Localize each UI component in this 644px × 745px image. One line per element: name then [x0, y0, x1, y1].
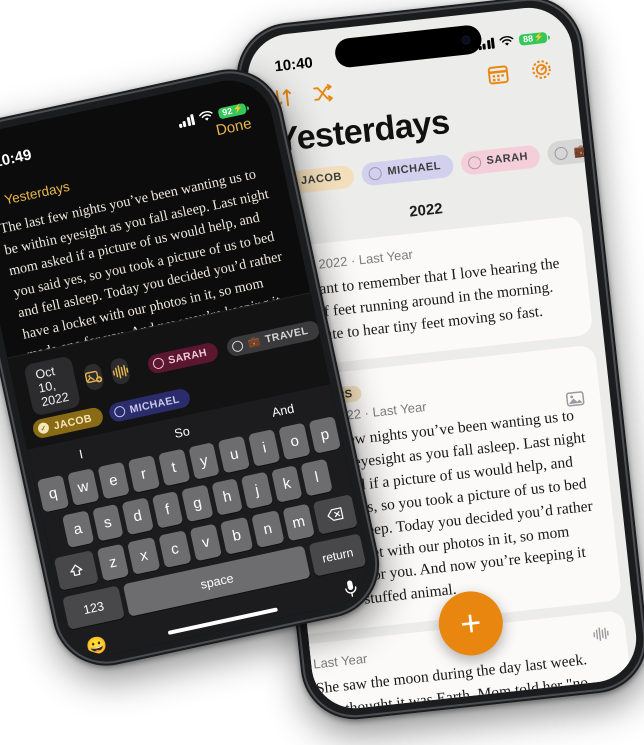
done-button[interactable]: Done [214, 115, 253, 139]
status-time: 10:40 [273, 53, 314, 75]
tag-select-dot [151, 356, 165, 370]
briefcase-icon: 💼 [572, 142, 590, 159]
tag-label: JACOB [300, 170, 343, 188]
shift-arrow-icon[interactable] [53, 550, 99, 591]
key-x[interactable]: x [127, 536, 161, 575]
battery-indicator: 88 ⚡ [518, 31, 548, 46]
cellular-bars-icon [477, 37, 495, 50]
key-m[interactable]: m [282, 503, 316, 542]
tag-label: SARAH [485, 150, 529, 167]
key-o[interactable]: o [278, 422, 311, 461]
key-t[interactable]: t [157, 448, 190, 487]
key-c[interactable]: c [158, 530, 192, 569]
key-f[interactable]: f [151, 490, 184, 529]
key-e[interactable]: e [97, 461, 130, 500]
return-key[interactable]: return [308, 533, 367, 577]
key-b[interactable]: b [220, 516, 254, 555]
tag-chip-sarah-top[interactable]: SARAH [145, 340, 220, 375]
entry-body-part-b: " and her [419, 710, 477, 713]
key-y[interactable]: y [187, 442, 221, 480]
key-u[interactable]: u [218, 435, 251, 474]
microphone-icon[interactable] [342, 578, 361, 604]
tag-chip-travel[interactable]: 💼 TRAVEL [225, 318, 321, 358]
audio-waveform-icon [591, 626, 611, 648]
tag-select-dot [231, 339, 245, 353]
numbers-key[interactable]: 123 [62, 585, 125, 630]
tag-filter-sarah[interactable]: SARAH [459, 143, 542, 176]
key-n[interactable]: n [251, 510, 285, 549]
emoji-smiley-icon[interactable]: 😀 [84, 634, 109, 658]
tag-select-dot [467, 155, 482, 170]
briefcase-icon: 💼 [246, 335, 262, 349]
key-v[interactable]: v [189, 523, 223, 562]
key-k[interactable]: k [271, 465, 303, 503]
tag-label: SARAH [167, 346, 209, 367]
key-w[interactable]: w [67, 468, 100, 506]
add-photo-icon[interactable] [82, 362, 105, 392]
tag-selected-check-icon: ✓ [36, 421, 51, 435]
gear-icon[interactable] [529, 57, 554, 87]
screenshot-canvas: 10:49 92⚡ Done ‹ Yeste [0, 0, 644, 745]
key-l[interactable]: l [300, 458, 333, 497]
audio-waveform-icon[interactable] [108, 356, 132, 386]
backspace-icon[interactable] [313, 494, 358, 535]
key-z[interactable]: z [96, 543, 130, 582]
key-i[interactable]: i [248, 429, 281, 467]
date-picker-button[interactable]: Oct 10, 2022 [23, 355, 82, 417]
photo-icon [565, 390, 585, 413]
tag-filter-travel[interactable]: 💼 TRAVEL [546, 131, 641, 167]
tag-select-dot [367, 165, 383, 181]
charging-bolt-icon: ⚡ [533, 32, 545, 43]
tag-filter-michael[interactable]: MICHAEL [360, 153, 455, 187]
tag-select-dot [554, 145, 569, 161]
wifi-icon [499, 35, 514, 46]
key-r[interactable]: r [127, 455, 160, 493]
chevron-left-icon: ‹ [0, 191, 2, 211]
key-g[interactable]: g [181, 484, 214, 523]
calendar-icon[interactable] [487, 63, 511, 92]
key-p[interactable]: p [308, 416, 342, 454]
toolbar-spacer [355, 81, 466, 93]
key-q[interactable]: q [36, 474, 70, 513]
key-a[interactable]: a [61, 510, 94, 549]
shuffle-icon[interactable] [312, 83, 336, 109]
status-indicators: 88 ⚡ [477, 31, 548, 50]
tag-label: TRAVEL [264, 324, 310, 346]
tag-label: MICHAEL [386, 160, 442, 178]
key-h[interactable]: h [211, 478, 244, 516]
tag-label: TRAVEL [594, 138, 641, 156]
battery-level: 88 [522, 32, 534, 44]
key-s[interactable]: s [91, 503, 124, 542]
tag-select-dot [112, 405, 127, 419]
key-j[interactable]: j [241, 471, 274, 510]
key-d[interactable]: d [121, 497, 154, 536]
tag-label: JACOB [52, 411, 93, 432]
